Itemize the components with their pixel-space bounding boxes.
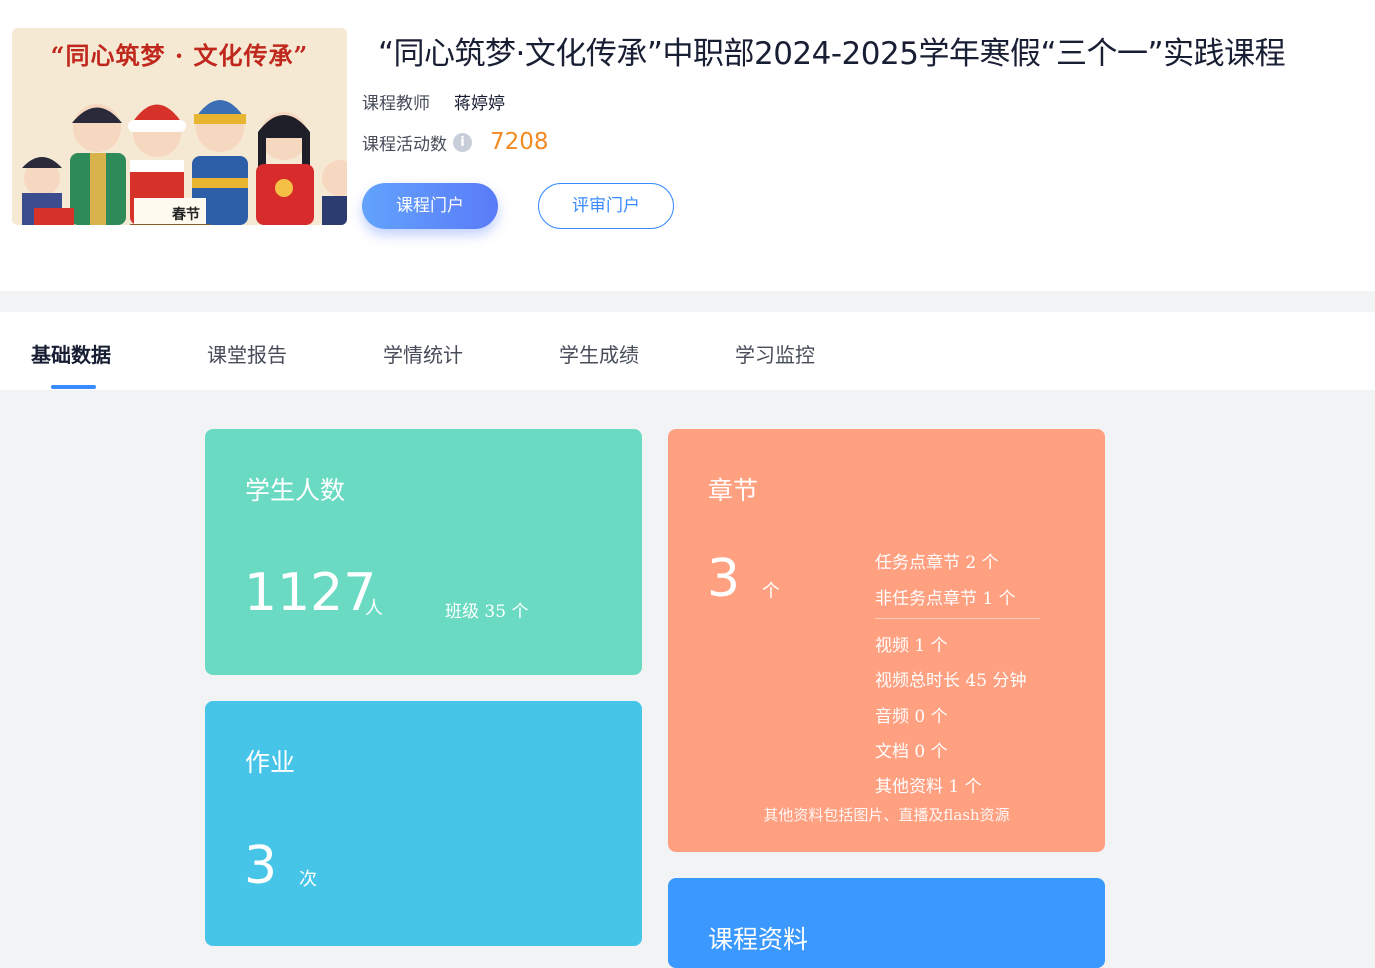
other-material-count: 其他资料 1 个 xyxy=(875,777,982,797)
video-count: 视频 1 个 xyxy=(875,636,948,656)
active-tab-indicator xyxy=(51,385,96,389)
activity-row: 课程活动数 i 7208 xyxy=(362,129,549,155)
teacher-row: 课程教师 蒋婷婷 xyxy=(362,89,505,114)
course-portal-button[interactable]: 课程门户 xyxy=(362,183,498,229)
class-count: 班级 35 个 xyxy=(445,602,529,622)
students-unit: 人 xyxy=(365,598,383,619)
tab-class-report[interactable]: 课堂报告 xyxy=(207,339,287,368)
non-task-chapters: 非任务点章节 1 个 xyxy=(875,589,1016,609)
materials-card-title: 课程资料 xyxy=(708,925,809,954)
homework-unit: 次 xyxy=(299,869,317,890)
review-portal-button[interactable]: 评审门户 xyxy=(538,183,674,229)
tab-bar: 基础数据 课堂报告 学情统计 学生成绩 学习监控 xyxy=(0,312,1375,390)
course-cover-image[interactable]: “同心筑梦 · 文化传承” 春节 xyxy=(12,28,347,225)
cover-tag: 春节 xyxy=(172,207,200,223)
homework-card: 作业 3 次 xyxy=(205,701,642,946)
students-count: 1127 xyxy=(244,563,377,623)
activity-label: 课程活动数 xyxy=(362,134,447,155)
chapters-card: 章节 3 个 任务点章节 2 个 非任务点章节 1 个 视频 1 个 视频总时长… xyxy=(668,429,1105,852)
task-chapters: 任务点章节 2 个 xyxy=(875,553,999,573)
chapters-card-title: 章节 xyxy=(708,476,759,505)
materials-card: 课程资料 xyxy=(668,878,1105,968)
chapters-count: 3 xyxy=(707,549,741,609)
other-material-note: 其他资料包括图片、直播及flash资源 xyxy=(763,806,1010,824)
course-title: “同心筑梦·文化传承”中职部2024-2025学年寒假“三个一”实践课程 xyxy=(378,36,1286,72)
tab-learning-stats[interactable]: 学情统计 xyxy=(383,339,463,368)
tab-student-grades[interactable]: 学生成绩 xyxy=(559,339,639,368)
chapters-divider xyxy=(875,618,1040,619)
cover-caption: “同心筑梦 · 文化传承” xyxy=(50,41,309,70)
info-icon[interactable]: i xyxy=(453,132,472,152)
teacher-name: 蒋婷婷 xyxy=(454,94,505,114)
homework-count: 3 xyxy=(244,836,278,896)
video-duration: 视频总时长 45 分钟 xyxy=(875,671,1027,691)
homework-card-title: 作业 xyxy=(245,748,296,777)
audio-count: 音频 0 个 xyxy=(875,707,948,727)
students-card: 学生人数 1127 人 班级 35 个 xyxy=(205,429,642,675)
chapters-unit: 个 xyxy=(762,581,780,602)
document-count: 文档 0 个 xyxy=(875,742,948,762)
students-card-title: 学生人数 xyxy=(245,476,346,505)
tab-learning-monitor[interactable]: 学习监控 xyxy=(735,339,815,368)
teacher-label: 课程教师 xyxy=(362,94,430,114)
activity-count: 7208 xyxy=(490,129,549,155)
course-header: “同心筑梦 · 文化传承” 春节 “同心筑梦·文化传承”中职部2024-2025… xyxy=(0,0,1375,291)
tab-basic-data[interactable]: 基础数据 xyxy=(31,339,111,368)
